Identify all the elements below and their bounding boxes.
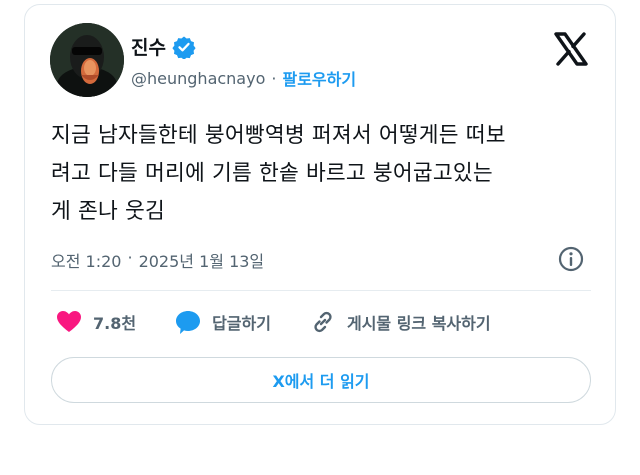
read-more-on-x-button[interactable]: X에서 더 읽기	[51, 357, 591, 403]
x-logo-icon[interactable]	[553, 31, 589, 67]
display-name[interactable]: 진수	[131, 33, 166, 60]
verified-badge-icon	[172, 36, 196, 59]
like-count: 7.8천	[93, 314, 137, 333]
time-separator: ·	[127, 248, 133, 267]
copy-link-button[interactable]: 게시물 링크 복사하기	[309, 308, 491, 336]
copy-link-label: 게시물 링크 복사하기	[346, 314, 491, 333]
heart-icon	[57, 311, 81, 332]
tweet-line: 게 존나 웃김	[51, 199, 165, 224]
reply-label: 답글하기	[212, 314, 271, 333]
tweet-line: 지금 남자들한테 붕어빵역병 퍼져서 어떻게든 떠보	[51, 123, 506, 148]
divider	[51, 290, 591, 291]
avatar-image	[50, 23, 124, 97]
action-bar: 7.8천 답글하기 게시물 링크 복사하기	[55, 308, 529, 336]
tweet-line: 려고 다들 머리에 기름 한솥 바르고 붕어굽고있는	[51, 161, 493, 186]
user-handle[interactable]: @heunghacnayo	[131, 69, 265, 88]
reply-bubble-icon	[176, 311, 201, 334]
tweet-time[interactable]: 오전 1:20	[51, 248, 121, 272]
reply-button[interactable]: 답글하기	[174, 308, 271, 336]
avatar[interactable]	[50, 23, 124, 97]
like-button[interactable]: 7.8천	[55, 308, 136, 336]
tweet-date[interactable]: 2025년 1월 13일	[139, 248, 265, 272]
follow-button[interactable]: 팔로우하기	[282, 66, 356, 90]
handle-separator: ·	[271, 68, 277, 88]
tweet-text: 지금 남자들한테 붕어빵역병 퍼져서 어떻게든 떠보 려고 다들 머리에 기름 …	[51, 117, 601, 231]
tweet-card: 진수 @heunghacnayo · 팔로우하기 지금 남자들한테 붕어빵역병 …	[24, 4, 616, 425]
info-icon[interactable]	[557, 245, 585, 273]
link-icon	[314, 311, 332, 333]
